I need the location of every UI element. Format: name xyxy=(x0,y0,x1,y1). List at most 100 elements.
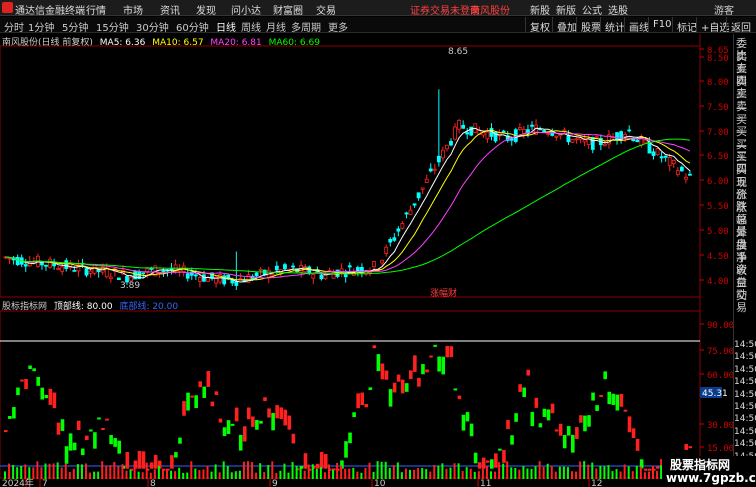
candle-body xyxy=(64,260,69,269)
volume-bar xyxy=(396,462,399,479)
menu-item-discover[interactable]: 发现 xyxy=(196,2,216,17)
menu-item-trade[interactable]: 交易 xyxy=(316,2,336,17)
period-1min[interactable]: 1分钟 xyxy=(28,19,54,34)
volume-bar xyxy=(599,465,602,479)
period-fenshi[interactable]: 分时 xyxy=(4,19,24,34)
indicator-bar xyxy=(202,386,207,398)
candle-body xyxy=(185,273,190,279)
menu-right-xuangu[interactable]: 选股 xyxy=(608,2,628,17)
period-weekly[interactable]: 周线 xyxy=(241,19,261,34)
volume-bar xyxy=(202,469,205,479)
menu-item-market[interactable]: 市场 xyxy=(123,2,143,17)
period-15min[interactable]: 15分钟 xyxy=(96,19,129,34)
sidebar-label: 交易 xyxy=(736,289,747,314)
period-30min[interactable]: 30分钟 xyxy=(136,19,169,34)
volume-bar xyxy=(166,469,168,479)
indicator-bar xyxy=(562,435,567,449)
volume-bar xyxy=(498,462,501,479)
volume-bar xyxy=(558,466,561,479)
volume-bar xyxy=(647,471,650,479)
period-60min[interactable]: 60分钟 xyxy=(176,19,209,34)
menu-bar: 通达信金融终端 行情 市场 资讯 发现 问小达 财富圈 交易 证券交易未登录 南… xyxy=(0,0,756,17)
volume-bar xyxy=(400,472,403,479)
candle-body xyxy=(546,133,551,135)
period-daily[interactable]: 日线 xyxy=(216,19,236,34)
indicator-bar xyxy=(550,403,555,414)
volume-bar xyxy=(218,472,221,479)
btn-fanhui[interactable]: 返回 xyxy=(726,17,755,34)
indicator-bar xyxy=(36,376,40,386)
indicator-bar xyxy=(400,379,405,394)
candle-body xyxy=(234,281,239,286)
volume-bar xyxy=(643,472,646,479)
sidebar-time: 14:50 xyxy=(734,340,756,350)
candle-body xyxy=(396,228,401,232)
volume-bar xyxy=(76,464,79,479)
menu-right-gongshi[interactable]: 公式 xyxy=(582,2,602,17)
volume-bar xyxy=(562,466,565,479)
indicator-bar xyxy=(506,419,510,430)
volume-bar xyxy=(214,464,217,479)
volume-bar xyxy=(656,470,659,479)
volume-bar xyxy=(234,471,237,479)
volume-bar xyxy=(48,463,51,479)
volume-bar xyxy=(198,470,201,479)
indicator-bar xyxy=(538,423,543,428)
volume-bar xyxy=(242,461,245,479)
indicator-bar xyxy=(80,448,85,456)
volume-bar xyxy=(206,465,209,479)
period-multi[interactable]: 多周期 xyxy=(291,19,321,34)
volume-bar xyxy=(356,471,359,479)
candle-body xyxy=(40,261,44,266)
candle-body xyxy=(643,139,648,144)
candle-body xyxy=(566,135,571,143)
candle-body xyxy=(323,274,328,280)
menu-item-news[interactable]: 资讯 xyxy=(160,2,180,17)
candle-body xyxy=(465,132,470,135)
indicator-bar xyxy=(178,437,182,444)
indicator-bar xyxy=(149,462,154,469)
volume-bar xyxy=(117,466,120,479)
indicator-bar xyxy=(226,420,231,435)
candle-body xyxy=(453,126,457,140)
volume-bar xyxy=(157,465,160,479)
indicator-bar xyxy=(259,420,263,424)
volume-bar xyxy=(238,470,241,479)
period-more[interactable]: 更多 xyxy=(328,19,348,34)
indicator-bar xyxy=(89,429,93,432)
volume-bar xyxy=(631,471,634,479)
menu-item-hq[interactable]: 行情 xyxy=(86,2,106,17)
indicator-bar xyxy=(425,369,429,373)
volume-bar xyxy=(323,472,326,479)
y-tick-label: 6.00 xyxy=(707,177,729,187)
indicator-bar xyxy=(32,368,36,372)
volume-bar xyxy=(372,471,375,479)
volume-bar xyxy=(652,465,654,479)
volume-bar xyxy=(133,464,136,479)
kline-chart[interactable]: 8.65 8.50 8.00 7.50 7.00 6.50 6.00 5.50 5.00 4.50… xyxy=(0,34,733,487)
volume-bar xyxy=(340,465,343,479)
indicator-bar xyxy=(170,455,174,469)
menu-item-wenxiaoda[interactable]: 问小达 xyxy=(231,2,261,17)
menu-right-xingu[interactable]: 新股 xyxy=(530,2,550,17)
period-5min[interactable]: 5分钟 xyxy=(62,19,88,34)
sidebar-time: 14:50 xyxy=(734,414,756,425)
candle-body xyxy=(254,272,259,277)
btn-fuquan[interactable]: 复权 xyxy=(525,17,554,34)
indicator-bar xyxy=(137,451,142,469)
sub-frame xyxy=(0,310,701,479)
volume-bar xyxy=(186,472,189,479)
menu-item-caifuquan[interactable]: 财富圈 xyxy=(273,2,303,17)
volume-bar xyxy=(603,466,606,479)
candle-body xyxy=(671,160,676,164)
volume-bar xyxy=(145,462,148,479)
guest-label[interactable]: 游客 xyxy=(714,2,734,17)
candle-body xyxy=(659,156,664,159)
menu-right-xinban[interactable]: 新版 xyxy=(556,2,576,17)
candle-body xyxy=(343,274,348,278)
volume-bar xyxy=(490,471,492,479)
period-monthly[interactable]: 月线 xyxy=(266,19,286,34)
volume-bar xyxy=(445,468,448,479)
indicator-bar xyxy=(481,457,486,469)
y-tick-label: 5.50 xyxy=(707,202,729,212)
